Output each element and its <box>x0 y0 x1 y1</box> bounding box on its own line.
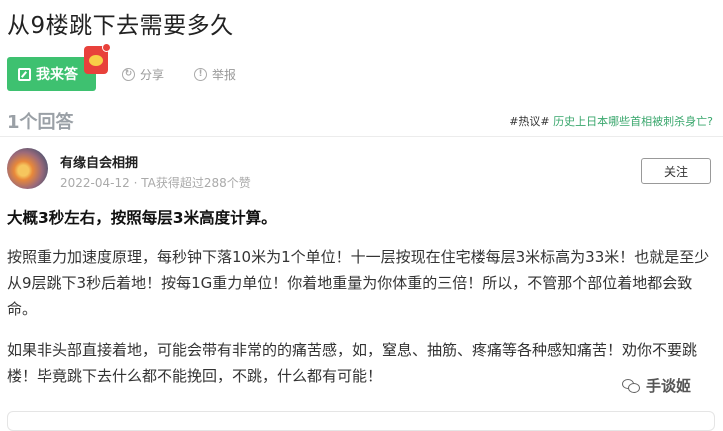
edit-icon <box>18 67 31 81</box>
watermark: 手谈姬 <box>622 375 691 396</box>
answer-button-label: 我来答 <box>36 67 78 83</box>
report-icon: ! <box>194 68 207 81</box>
answer-date: 2022-04-12 <box>60 176 130 190</box>
hot-tag: #热议# <box>509 115 550 128</box>
question-title: 从9楼跳下去需要多久 <box>7 13 234 39</box>
divider <box>0 136 723 137</box>
author-name[interactable]: 有缘自会相拥 <box>60 152 138 171</box>
watermark-text: 手谈姬 <box>646 377 692 395</box>
answer-paragraph-1: 按照重力加速度原理，每秒钟下落10米为1个单位！十一层按现在住宅楼每层3米标高为… <box>7 248 710 318</box>
author-praise: TA获得超过288个赞 <box>141 176 251 190</box>
avatar[interactable] <box>7 148 48 189</box>
follow-button[interactable]: 关注 <box>641 158 711 184</box>
report-label: 举报 <box>212 68 237 82</box>
share-icon: ↻ <box>122 68 135 81</box>
hot-topic[interactable]: #热议# 历史上日本哪些首相被刺杀身亡? <box>509 113 713 129</box>
share-label: 分享 <box>140 68 165 82</box>
next-card <box>7 411 715 431</box>
answer-count: 1个回答 <box>7 112 74 133</box>
wechat-icon <box>622 378 640 393</box>
share-button[interactable]: ↻ 分享 <box>122 66 164 83</box>
answer-lead: 大概3秒左右，按照每层3米高度计算。 <box>7 209 277 227</box>
answer-meta: 2022-04-12 · TA获得超过288个赞 <box>60 174 251 191</box>
hot-topic-link[interactable]: 历史上日本哪些首相被刺杀身亡? <box>553 115 713 128</box>
redpacket-seal <box>89 55 103 66</box>
answer-button[interactable]: 我来答 <box>7 57 96 91</box>
notification-dot <box>102 43 111 52</box>
answer-paragraph-2: 如果非头部直接着地，可能会带有非常的的痛苦感，如，窒息、抽筋、疼痛等各种感知痛苦… <box>7 341 698 385</box>
report-button[interactable]: ! 举报 <box>194 66 236 83</box>
redpacket-icon[interactable] <box>84 43 111 74</box>
